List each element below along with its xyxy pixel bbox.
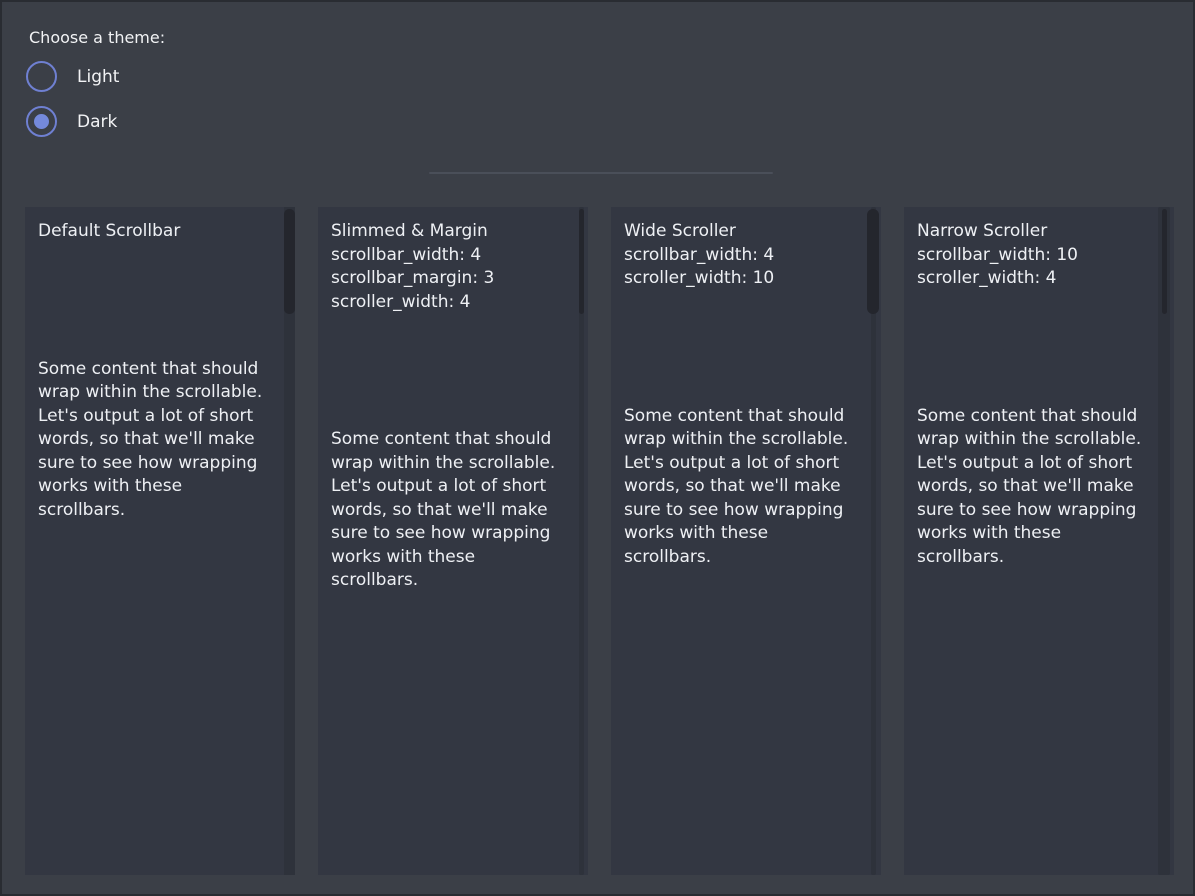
column-title-block: Default Scrollbar xyxy=(38,220,282,244)
column-config-line: scrollbar_width: 10 xyxy=(917,244,1161,268)
column-content: Some content that should wrap within the… xyxy=(331,428,563,593)
radio-option-dark[interactable]: Dark xyxy=(26,106,117,137)
column-title: Narrow Scroller xyxy=(917,220,1161,244)
column-config-line: scrollbar_width: 4 xyxy=(624,244,868,268)
theme-chooser: Choose a theme: Light Dark xyxy=(29,28,165,47)
column-title: Wide Scroller xyxy=(624,220,868,244)
vertical-scrollbar-thumb[interactable] xyxy=(1162,209,1167,314)
column-title-block: Wide Scroller scrollbar_width: 4 scrolle… xyxy=(624,220,868,291)
scrollable-narrow-scroller[interactable]: Narrow Scroller scrollbar_width: 10 scro… xyxy=(904,207,1174,875)
scrollable-slimmed-margin[interactable]: Slimmed & Margin scrollbar_width: 4 scro… xyxy=(318,207,588,875)
column-content: Some content that should wrap within the… xyxy=(38,358,270,523)
column-config-line: scroller_width: 10 xyxy=(624,267,868,291)
vertical-scrollbar-thumb[interactable] xyxy=(579,209,584,314)
theme-chooser-label: Choose a theme: xyxy=(29,28,165,47)
column-title-block: Slimmed & Margin scrollbar_width: 4 scro… xyxy=(331,220,575,314)
divider xyxy=(429,172,773,174)
column-config-line: scroller_width: 4 xyxy=(331,291,575,315)
column-title-block: Narrow Scroller scrollbar_width: 10 scro… xyxy=(917,220,1161,291)
column-content: Some content that should wrap within the… xyxy=(917,405,1149,570)
radio-circle-icon xyxy=(26,106,57,137)
scrollable-wide-scroller[interactable]: Wide Scroller scrollbar_width: 4 scrolle… xyxy=(611,207,881,875)
column-config-line: scrollbar_width: 4 xyxy=(331,244,575,268)
column-config-line: scrollbar_margin: 3 xyxy=(331,267,575,291)
radio-circle-icon xyxy=(26,61,57,92)
radio-dot-icon xyxy=(34,114,49,129)
vertical-scrollbar-thumb[interactable] xyxy=(867,209,879,314)
scrollable-columns-row: Default Scrollbar Some content that shou… xyxy=(25,207,1174,875)
column-content: Some content that should wrap within the… xyxy=(624,405,856,570)
app-root: Choose a theme: Light Dark Default Scrol… xyxy=(0,0,1195,896)
column-config-line: scroller_width: 4 xyxy=(917,267,1161,291)
column-title: Default Scrollbar xyxy=(38,220,282,244)
radio-option-light[interactable]: Light xyxy=(26,61,119,92)
vertical-scrollbar-thumb[interactable] xyxy=(284,209,295,314)
column-title: Slimmed & Margin xyxy=(331,220,575,244)
radio-label-light: Light xyxy=(77,67,119,87)
radio-label-dark: Dark xyxy=(77,112,117,132)
scrollable-default[interactable]: Default Scrollbar Some content that shou… xyxy=(25,207,295,875)
